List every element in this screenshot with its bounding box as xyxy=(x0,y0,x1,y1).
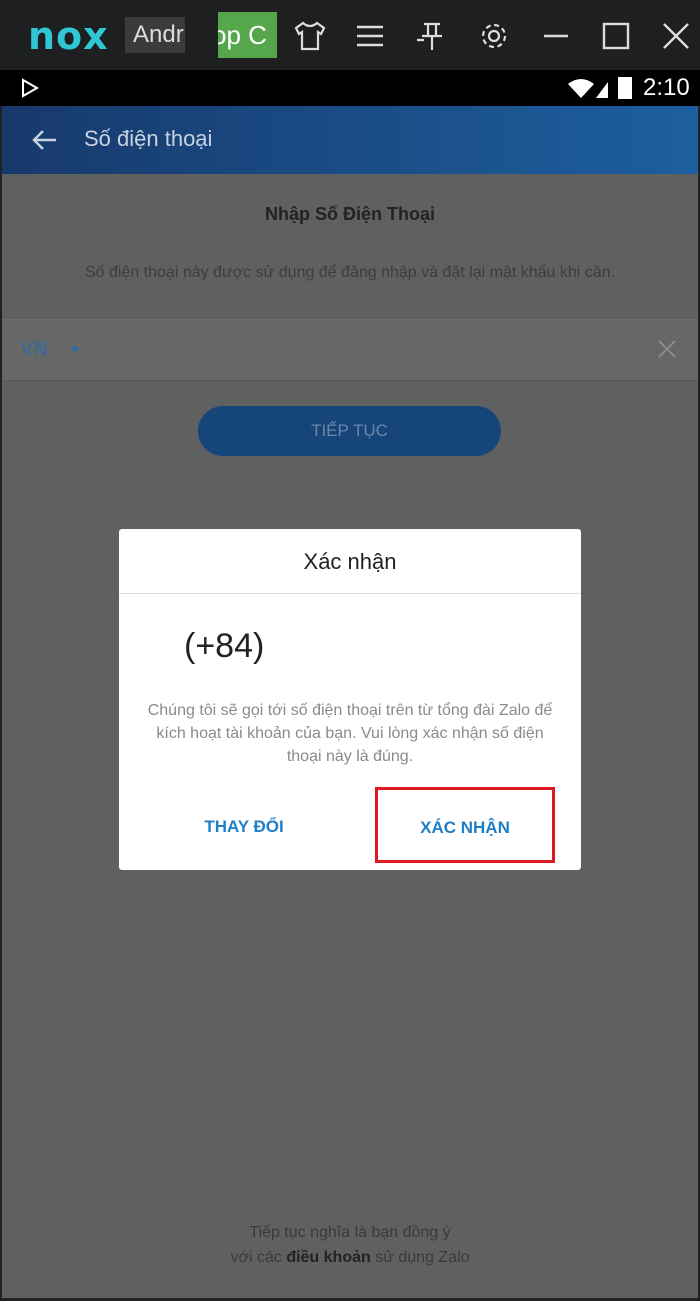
dialog-phone-number: (+84) xyxy=(184,627,265,665)
play-store-icon xyxy=(22,78,40,98)
section-title: Nhập Số Điện Thoại xyxy=(264,204,435,224)
confirm-dialog: Xác nhận (+84) Chúng tôi sẽ gọi tới số đ… xyxy=(119,529,581,870)
terms-link[interactable]: điều khoản xyxy=(286,1249,370,1266)
app-bar: Số điện thoại xyxy=(0,106,700,174)
dialog-title: Xác nhận xyxy=(303,549,397,574)
change-button[interactable]: THAY ĐỔI xyxy=(159,807,329,847)
terms-line-2: với các điều khoản sử dụng Zalo xyxy=(0,1245,700,1270)
gear-icon[interactable] xyxy=(476,18,512,54)
terms-text: Tiếp tục nghĩa là bạn đồng ý với các điề… xyxy=(0,1220,700,1270)
emulator-tab-app[interactable]: op C xyxy=(218,12,277,58)
frame-left xyxy=(0,106,2,1301)
dialog-divider xyxy=(119,593,581,594)
shirt-icon[interactable] xyxy=(292,18,328,54)
wifi-signal-icon xyxy=(568,79,608,98)
section-description: Số điện thoại này được sử dụng để đăng n… xyxy=(84,264,616,281)
back-arrow-icon[interactable] xyxy=(30,126,58,154)
phone-input-row: VN xyxy=(0,319,700,381)
emulator-title-bar: nox Andr op C xyxy=(0,0,700,70)
emulator-tab-android[interactable]: Andr xyxy=(125,17,185,53)
minimize-icon[interactable] xyxy=(538,18,574,54)
close-icon[interactable] xyxy=(658,18,694,54)
status-bar: 2:10 xyxy=(0,70,700,106)
menu-icon[interactable] xyxy=(352,18,388,54)
terms-line-1: Tiếp tục nghĩa là bạn đồng ý xyxy=(249,1224,451,1241)
page-title: Số điện thoại xyxy=(84,126,213,151)
status-time: 2:10 xyxy=(643,74,690,101)
battery-icon xyxy=(618,77,632,99)
terms-suffix: sử dụng Zalo xyxy=(370,1249,470,1266)
continue-button[interactable]: TIẾP TỤC xyxy=(198,406,501,456)
caret-down-icon[interactable] xyxy=(70,347,80,353)
clear-icon[interactable] xyxy=(656,338,678,360)
terms-prefix: với các xyxy=(230,1249,287,1266)
country-code-select[interactable]: VN xyxy=(20,338,48,361)
confirm-button[interactable]: XÁC NHẬN xyxy=(375,787,555,863)
pin-icon[interactable] xyxy=(414,18,450,54)
dialog-message: Chúng tôi sẽ gọi tới số điện thoại trên … xyxy=(147,702,553,765)
maximize-icon[interactable] xyxy=(598,18,634,54)
nox-logo: nox xyxy=(28,14,109,58)
